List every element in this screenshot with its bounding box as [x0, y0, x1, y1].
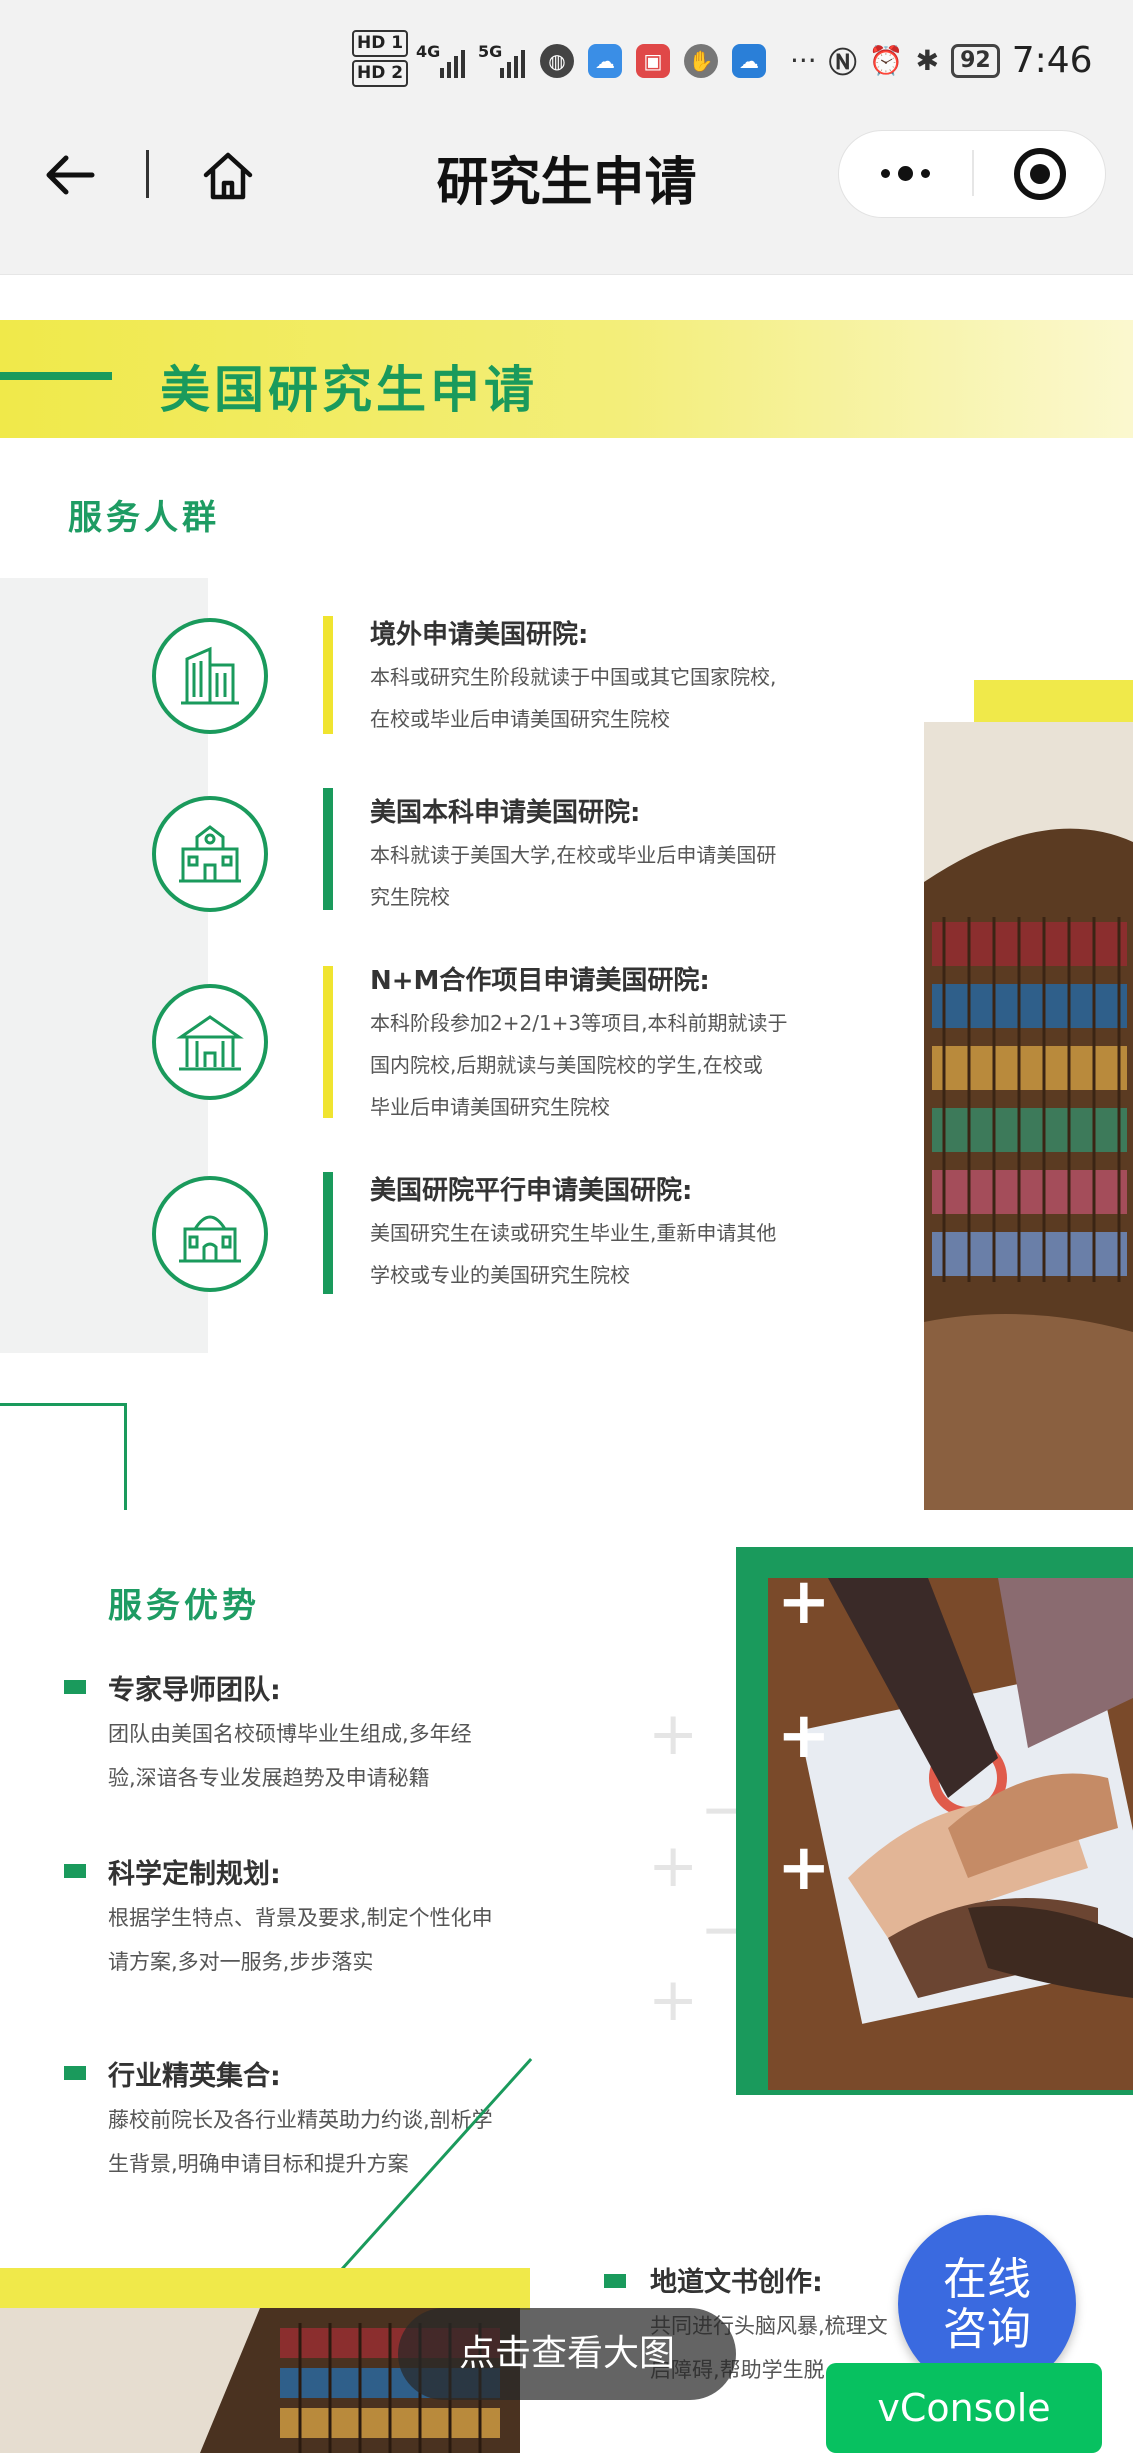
service-item-desc: 美国研究生在读或研究生毕业生,重新申请其他 学校或专业的美国研究生院校 [370, 1221, 777, 1287]
cloud-app-icon: ☁ [588, 44, 622, 78]
service-item-desc: 本科就读于美国大学,在校或毕业后申请美国研 究生院校 [370, 843, 777, 909]
photo-yellow-accent [974, 680, 1133, 724]
library-bookshelf-image [924, 722, 1133, 1510]
advantages-title: 服务优势 [108, 1586, 260, 1626]
hd1-badge: HD 1 [352, 30, 409, 57]
advantage-title: 科学定制规划: [108, 1859, 281, 1890]
library-photo [924, 722, 1133, 1510]
service-item-title: 美国研院平行申请美国研院: [370, 1176, 693, 1206]
hd-indicator: HD 1 HD 2 [352, 30, 409, 90]
advantage-title: 专家导师团队: [108, 1675, 281, 1706]
service-item-desc: 本科阶段参加2+2/1+3等项目,本科前期就读于 国内院校,后期就读与美国院校的… [370, 1011, 788, 1119]
battery-icon: 92 [951, 43, 1000, 78]
plus-decoration-icon: + [648, 1831, 699, 1901]
bullet-marker [604, 2274, 626, 2288]
clock-time: 7:46 [1011, 40, 1093, 81]
service-item-title: 境外申请美国研院: [370, 620, 589, 650]
item-accent-bar [323, 1172, 333, 1294]
item-accent-bar [323, 616, 333, 734]
view-large-image-toast[interactable]: 点击查看大图 [398, 2308, 736, 2400]
item-accent-bar [323, 966, 333, 1118]
network-4g-label: 4G [416, 42, 441, 61]
vconsole-button[interactable]: vConsole [826, 2363, 1102, 2453]
pavilion-icon [152, 984, 268, 1100]
school-building-icon [152, 796, 268, 912]
service-people-title: 服务人群 [68, 498, 220, 538]
bottom-item-title: 地道文书创作: [650, 2267, 823, 2298]
hd2-badge: HD 2 [352, 60, 409, 87]
bottom-yellow-accent [0, 2268, 530, 2310]
signal-bars-icon [440, 44, 465, 78]
hand-app-icon: ✋ [684, 44, 718, 78]
bullet-marker [64, 1864, 86, 1878]
service-item-title: 美国本科申请美国研院: [370, 798, 641, 828]
bluetooth-icon: ✱ [915, 44, 940, 77]
plus-decoration-icon: + [777, 1699, 831, 1773]
plus-decoration-icon: + [777, 1565, 831, 1639]
advantage-desc: 团队由美国名校硕博毕业生组成,多年经 验,深谙各专业发展趋势及申请秘籍 [108, 1722, 472, 1790]
capsule-divider [972, 150, 974, 196]
plus-decoration-icon: + [648, 1965, 699, 2035]
nfc-icon: Ⓝ [828, 45, 857, 79]
globe-app-icon: ◍ [540, 44, 574, 78]
network-5g-label: 5G [478, 42, 503, 61]
consult-label-line1: 在线 [943, 2254, 1031, 2305]
plus-decoration-icon: + [648, 1699, 699, 1769]
advantage-desc: 根据学生特点、背景及要求,制定个性化申 请方案,多对一服务,步步落实 [108, 1906, 493, 1974]
advantage-title: 行业精英集合: [108, 2061, 281, 2092]
notification-icons: ◍ ☁ ▣ ✋ ☁ [540, 44, 766, 78]
decorative-frame [0, 1403, 127, 1510]
alarm-icon: ⏰ [868, 44, 904, 77]
plus-decoration-icon: + [777, 1831, 831, 1905]
more-button[interactable] [870, 148, 940, 198]
banner-title: 美国研究生申请 [160, 361, 538, 419]
item-accent-bar [323, 788, 333, 910]
signal-bars-icon [500, 44, 525, 78]
office-building-icon [152, 618, 268, 734]
bullet-marker [64, 2066, 86, 2080]
advantage-desc: 藤校前院长及各行业精英助力约谈,剖析学 生背景,明确申请目标和提升方案 [108, 2108, 493, 2176]
close-miniapp-button[interactable] [1014, 148, 1066, 200]
weather-app-icon: ☁ [732, 44, 766, 78]
consult-label-line2: 咨询 [943, 2304, 1031, 2355]
service-item-title: N+M合作项目申请美国研院: [370, 966, 710, 996]
domed-hall-icon [152, 1176, 268, 1292]
more-notifications-icon: ··· [790, 44, 817, 77]
service-item-desc: 本科或研究生阶段就读于中国或其它国家院校, 在校或毕业后申请美国研究生院校 [370, 665, 777, 731]
bullet-marker [64, 1680, 86, 1694]
banner-accent-line [0, 372, 112, 380]
status-right: ··· Ⓝ ⏰ ✱ 92 7:46 [790, 40, 1093, 81]
red-app-icon: ▣ [636, 44, 670, 78]
